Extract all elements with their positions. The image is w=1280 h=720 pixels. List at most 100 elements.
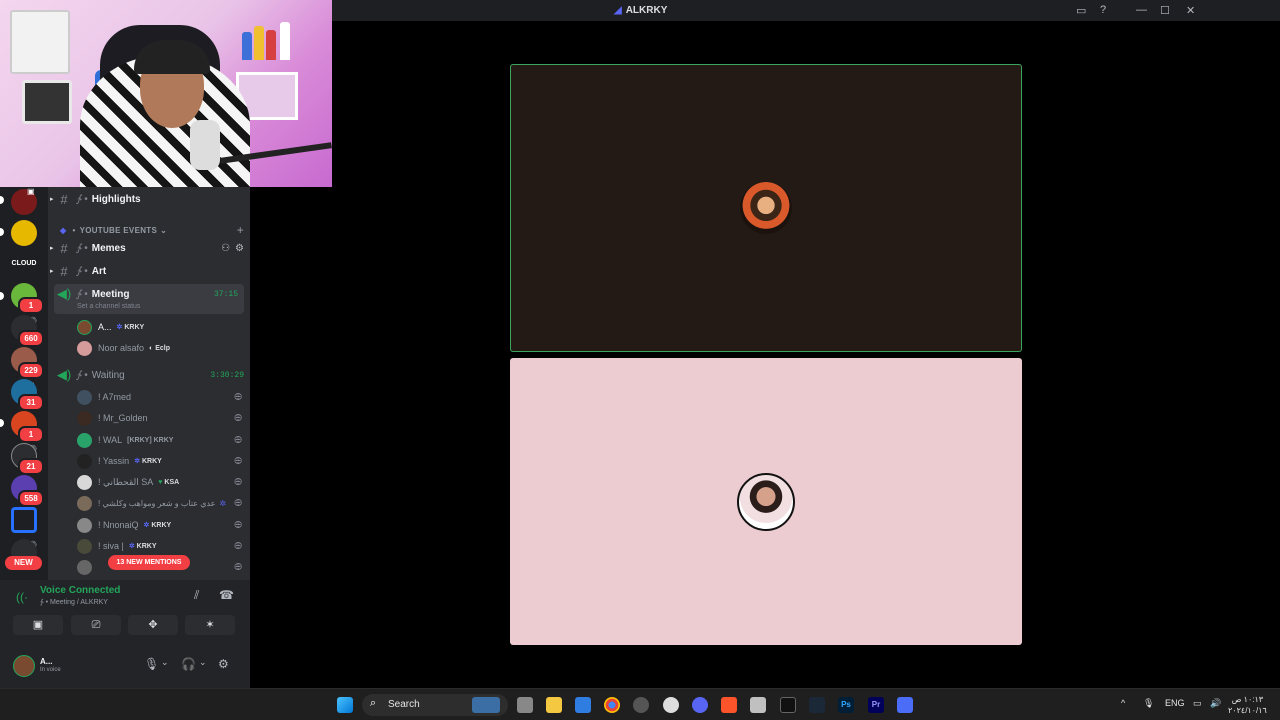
steam-icon[interactable] [809, 697, 825, 713]
app-icon[interactable] [897, 697, 913, 713]
voice-user[interactable]: ! القحطاني SA ♥ KSA ⨸ [77, 472, 242, 492]
server-icon-cloud[interactable]: CLOUD [11, 251, 37, 277]
voice-status[interactable]: Voice Connected [40, 585, 120, 596]
help-icon[interactable]: ? [1100, 4, 1106, 16]
task-view-icon[interactable] [517, 697, 533, 713]
search-icon: ⌕ [370, 697, 377, 709]
voice-stage: ◢ ALKRKY ▭ ? — ☐ ✕ [250, 0, 1280, 688]
language-indicator[interactable]: ENG [1165, 698, 1185, 708]
hash-icon: # [60, 240, 68, 256]
tag-label: Eclp [155, 344, 171, 352]
server-tag: ✲ KRKY [144, 521, 172, 529]
voice-user[interactable]: ! A7med ⨸ [77, 387, 242, 407]
activities-button[interactable]: ✥ [128, 615, 178, 635]
channel-highlights[interactable]: ▸ # ∱ • Highlights [50, 189, 244, 209]
start-icon[interactable] [337, 697, 353, 713]
webcam-overlay [0, 0, 332, 187]
signal-icon[interactable]: ((· [16, 590, 28, 604]
avatar [77, 410, 92, 426]
microphone-icon[interactable]: 🎙 [1143, 698, 1154, 709]
voice-channel-meeting[interactable]: ◀) ∱ • Meeting 37:15 Set a channel statu… [54, 284, 244, 314]
minimize-icon[interactable]: — [1136, 4, 1147, 16]
channel-label: Memes [91, 242, 126, 254]
maximize-icon[interactable]: ☐ [1160, 4, 1170, 17]
voice-user[interactable]: ! WAL [KRKY] KRKY ⨸ [77, 430, 242, 450]
server-icon[interactable] [11, 507, 37, 533]
diamond-icon: ◆ [60, 225, 67, 235]
voice-user[interactable]: ! عدي عتاب و شعر ومواهب وكلشي ✲ ⨸ [77, 493, 242, 513]
add-channel-icon[interactable]: + [237, 223, 244, 237]
unread-pip [0, 419, 4, 427]
capcut-icon[interactable] [780, 697, 796, 713]
noise-suppression-icon[interactable]: ⫽ [194, 588, 199, 603]
premiere-icon[interactable]: Pr [868, 697, 884, 713]
chevron-up-icon[interactable]: ^ [1121, 698, 1125, 708]
category-header[interactable]: ◆ • YOUTUBE EVENTS ⌄ + [60, 223, 244, 237]
separator-dot: • [84, 369, 88, 381]
headphones-icon[interactable]: 🎧 [181, 657, 196, 671]
channel-memes[interactable]: ▸ # ∱ • Memes ⚇ ⚙ [50, 238, 244, 258]
app-icon[interactable] [750, 697, 766, 713]
thread-icon: ∱ [76, 288, 82, 300]
unread-pip [0, 228, 4, 236]
photoshop-icon[interactable]: Ps [838, 697, 854, 713]
channel-status-placeholder[interactable]: Set a channel status [77, 303, 140, 310]
user-name: ! A7med [98, 392, 132, 402]
close-icon[interactable]: ✕ [1186, 4, 1195, 17]
voice-user[interactable]: ! NnonaiQ ✲ KRKY ⨸ [77, 515, 242, 535]
mention-badge: 21 [18, 458, 44, 475]
tag-label: KRKY [151, 522, 172, 529]
voice-user[interactable]: ! Yassin ✲ KRKY ⨸ [77, 451, 242, 471]
store-icon[interactable] [575, 697, 591, 713]
steam-helper-icon[interactable] [663, 697, 679, 713]
wall-frame [22, 80, 72, 124]
channel-label: Meeting [91, 288, 130, 300]
microphone [190, 120, 220, 170]
avatar[interactable] [13, 655, 35, 677]
clock[interactable]: ١٠:١٣ ص ٢٠٢٤/١٠/١٦ [1228, 694, 1267, 716]
gear-icon[interactable]: ⚙ [218, 657, 229, 671]
inbox-icon[interactable]: ▭ [1076, 4, 1086, 17]
channel-list: ▸ # ∱ • Highlights ◆ • YOUTUBE EVENTS ⌄ … [48, 187, 250, 580]
brave-icon[interactable] [721, 697, 737, 713]
app-icon[interactable] [633, 697, 649, 713]
screen-share-button[interactable]: ⎚ [71, 615, 121, 635]
deafened-icon: ⨸ [234, 519, 242, 531]
video-tile[interactable] [510, 358, 1022, 645]
user-name[interactable]: A... [40, 657, 52, 666]
soundboard-button[interactable]: ✶ [185, 615, 235, 635]
gear-icon[interactable]: ⚙ [235, 243, 244, 254]
chevron-down-icon[interactable]: ⌄ [161, 657, 169, 668]
video-tile-speaking[interactable] [510, 64, 1022, 352]
camera-toggle-button[interactable]: ▣ [13, 615, 63, 635]
server-icon[interactable] [11, 220, 37, 246]
chevron-down-icon[interactable]: ⌄ [199, 657, 207, 668]
voice-location[interactable]: ∱ • Meeting / ALKRKY [40, 598, 108, 606]
invite-icon[interactable]: ⚇ [221, 243, 230, 254]
server-tag: ◐ Eclp [149, 345, 170, 352]
chrome-icon[interactable] [604, 697, 620, 713]
volume-icon[interactable]: 🔊 [1210, 698, 1221, 709]
voice-user[interactable]: ! siva | ✲ KRKY ⨸ [77, 536, 242, 556]
network-icon[interactable]: ▭ [1193, 698, 1202, 709]
microphone-icon[interactable]: 🎙 [144, 657, 159, 671]
tag-label: KSA [164, 478, 180, 486]
channel-art[interactable]: ▸ # ∱ • Art [50, 261, 244, 281]
user-name: ! Yassin [98, 456, 130, 466]
voice-channel-waiting[interactable]: ◀) ∱ • Waiting 3:30:29 [54, 365, 244, 385]
voice-user[interactable]: ! Mr_Golden ⨸ [77, 408, 242, 428]
file-explorer-icon[interactable] [546, 697, 562, 713]
voice-user[interactable]: A... ✲ KRKY [77, 317, 242, 337]
new-unreads-pill[interactable]: NEW [5, 556, 42, 570]
new-mentions-pill[interactable]: 13 NEW MENTIONS [108, 555, 190, 570]
server-tag: ✲ KRKY [129, 542, 157, 550]
tag-icon: ✲ [128, 543, 137, 550]
taskbar-search[interactable]: ⌕ Search [362, 694, 508, 716]
mention-badge: 1 [18, 297, 44, 314]
disconnect-icon[interactable]: ☎ [219, 588, 234, 602]
voice-user[interactable]: Noor alsafo ◐ Eclp [77, 338, 242, 358]
deafened-icon: ⨸ [234, 497, 242, 509]
deafened-icon: ⨸ [234, 455, 242, 467]
discord-icon[interactable] [692, 697, 708, 713]
avatar [77, 495, 92, 511]
